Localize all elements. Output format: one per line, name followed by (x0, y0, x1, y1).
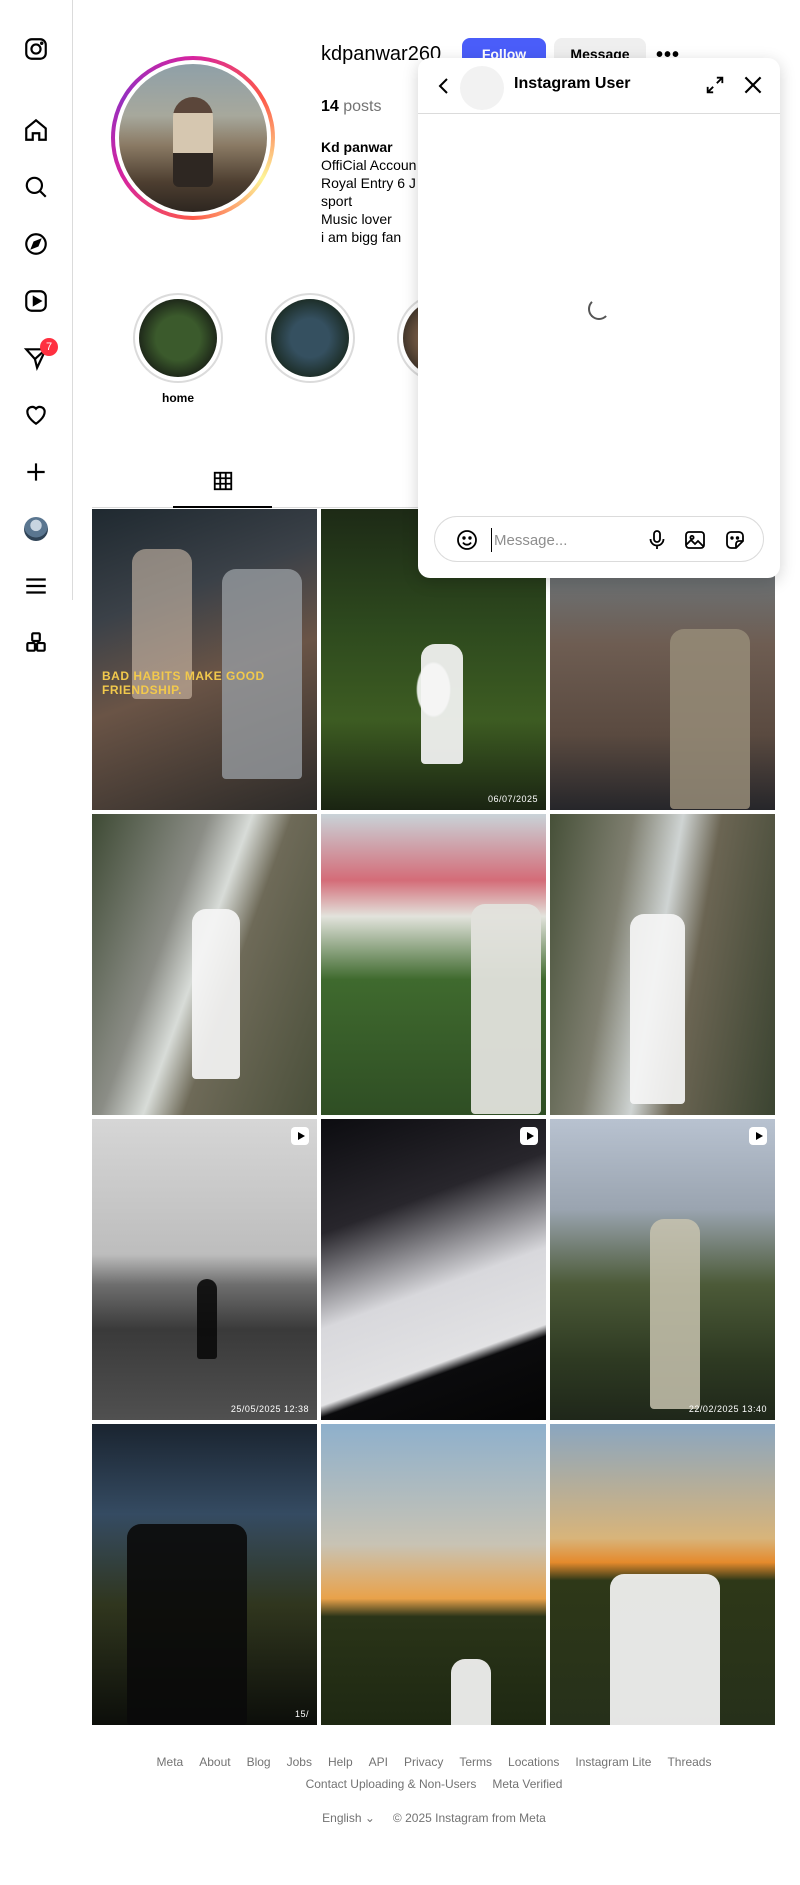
message-composer (434, 516, 764, 562)
explore-icon[interactable] (22, 230, 50, 258)
post-timestamp: 15/ (294, 1709, 309, 1719)
profile-avatar[interactable] (22, 515, 50, 543)
footer-bottom: English ⌄ © 2025 Instagram from Meta (92, 1811, 776, 1825)
footer-links: Meta About Blog Jobs Help API Privacy Te… (92, 1755, 776, 1791)
expand-icon[interactable] (704, 74, 726, 96)
posts-grid: BAD HABITS MAKE GOOD FRIENDSHIP. 06/07/2… (92, 509, 776, 1725)
language-selector[interactable]: English ⌄ (322, 1811, 375, 1825)
post-tile[interactable] (321, 1424, 546, 1725)
chevron-down-icon: ⌄ (364, 1811, 375, 1825)
avatar (24, 517, 48, 541)
image-icon[interactable] (683, 528, 707, 552)
language-label: English (322, 1811, 362, 1825)
also-from-meta-icon[interactable] (22, 628, 50, 656)
home-icon[interactable] (22, 116, 50, 144)
messages-icon[interactable]: 7 (22, 338, 58, 372)
search-icon[interactable] (22, 173, 50, 201)
footer-link[interactable]: API (369, 1755, 388, 1769)
sidebar: 7 (0, 0, 73, 600)
posts-count: 14 posts (321, 98, 382, 116)
profile-picture[interactable] (111, 56, 275, 220)
post-tile[interactable]: 15/ (92, 1424, 317, 1725)
sticker-icon[interactable] (723, 528, 747, 552)
bio-line: Royal Entry 6 J (321, 175, 416, 191)
reel-icon (520, 1127, 538, 1145)
post-caption: BAD HABITS MAKE GOOD FRIENDSHIP. (102, 669, 265, 697)
post-timestamp: 06/07/2025 (487, 794, 538, 804)
emoji-icon[interactable] (455, 528, 479, 552)
chat-header: Instagram User (418, 58, 780, 114)
microphone-icon[interactable] (645, 528, 669, 552)
footer-link[interactable]: Blog (247, 1755, 271, 1769)
post-tile[interactable]: BAD HABITS MAKE GOOD FRIENDSHIP. (92, 509, 317, 810)
footer-link[interactable]: Terms (459, 1755, 492, 1769)
footer-link[interactable]: Help (328, 1755, 353, 1769)
bio-line: OffiCial Accoun (321, 157, 417, 173)
footer-link[interactable]: Meta (157, 1755, 184, 1769)
chat-title: Instagram User (514, 75, 631, 92)
menu-icon[interactable] (22, 572, 50, 600)
instagram-logo-icon[interactable] (22, 35, 50, 63)
post-tile[interactable]: 25/05/2025 12:38 (92, 1119, 317, 1420)
footer-link[interactable]: Meta Verified (492, 1777, 562, 1791)
reel-icon (291, 1127, 309, 1145)
message-input[interactable] (491, 528, 621, 552)
post-tile[interactable] (550, 1424, 775, 1725)
post-tile[interactable] (321, 1119, 546, 1420)
highlight-label: home (161, 391, 194, 405)
bio-line: sport (321, 193, 353, 209)
posts-number: 14 (321, 98, 339, 115)
create-plus-icon[interactable] (22, 458, 50, 486)
footer-link[interactable]: Threads (667, 1755, 711, 1769)
footer-link[interactable]: Contact Uploading & Non-Users (306, 1777, 477, 1791)
copyright: © 2025 Instagram from Meta (392, 1811, 546, 1825)
notifications-heart-icon[interactable] (22, 401, 50, 429)
chat-avatar[interactable] (460, 66, 504, 110)
bio-line: Music lover (321, 211, 392, 227)
post-tile[interactable] (550, 814, 775, 1115)
loading-spinner-icon (588, 298, 610, 320)
close-icon[interactable] (740, 72, 766, 98)
footer-link[interactable]: About (199, 1755, 230, 1769)
grid-icon (213, 471, 232, 491)
post-timestamp: 22/02/2025 13:40 (688, 1404, 767, 1414)
footer-link[interactable]: Instagram Lite (575, 1755, 651, 1769)
posts-label: posts (343, 98, 382, 115)
tab-posts-grid[interactable] (173, 470, 272, 508)
highlight-home[interactable]: home (132, 293, 224, 405)
notification-badge: 7 (40, 338, 58, 356)
highlight-item[interactable] (264, 293, 356, 391)
footer-link[interactable]: Jobs (287, 1755, 312, 1769)
bio-line: i am bigg fan (321, 229, 402, 245)
footer-link[interactable]: Locations (508, 1755, 559, 1769)
reel-icon (749, 1127, 767, 1145)
profile-name: Kd panwar (321, 139, 393, 155)
post-tile[interactable] (92, 814, 317, 1115)
post-tile[interactable]: 22/02/2025 13:40 (550, 1119, 775, 1420)
footer-link[interactable]: Privacy (404, 1755, 443, 1769)
reels-icon[interactable] (22, 287, 50, 315)
post-tile[interactable] (321, 814, 546, 1115)
post-timestamp: 25/05/2025 12:38 (230, 1404, 309, 1414)
back-chevron-icon[interactable] (432, 74, 456, 98)
profile-photo (119, 64, 267, 212)
chat-popup: Instagram User (418, 58, 780, 578)
